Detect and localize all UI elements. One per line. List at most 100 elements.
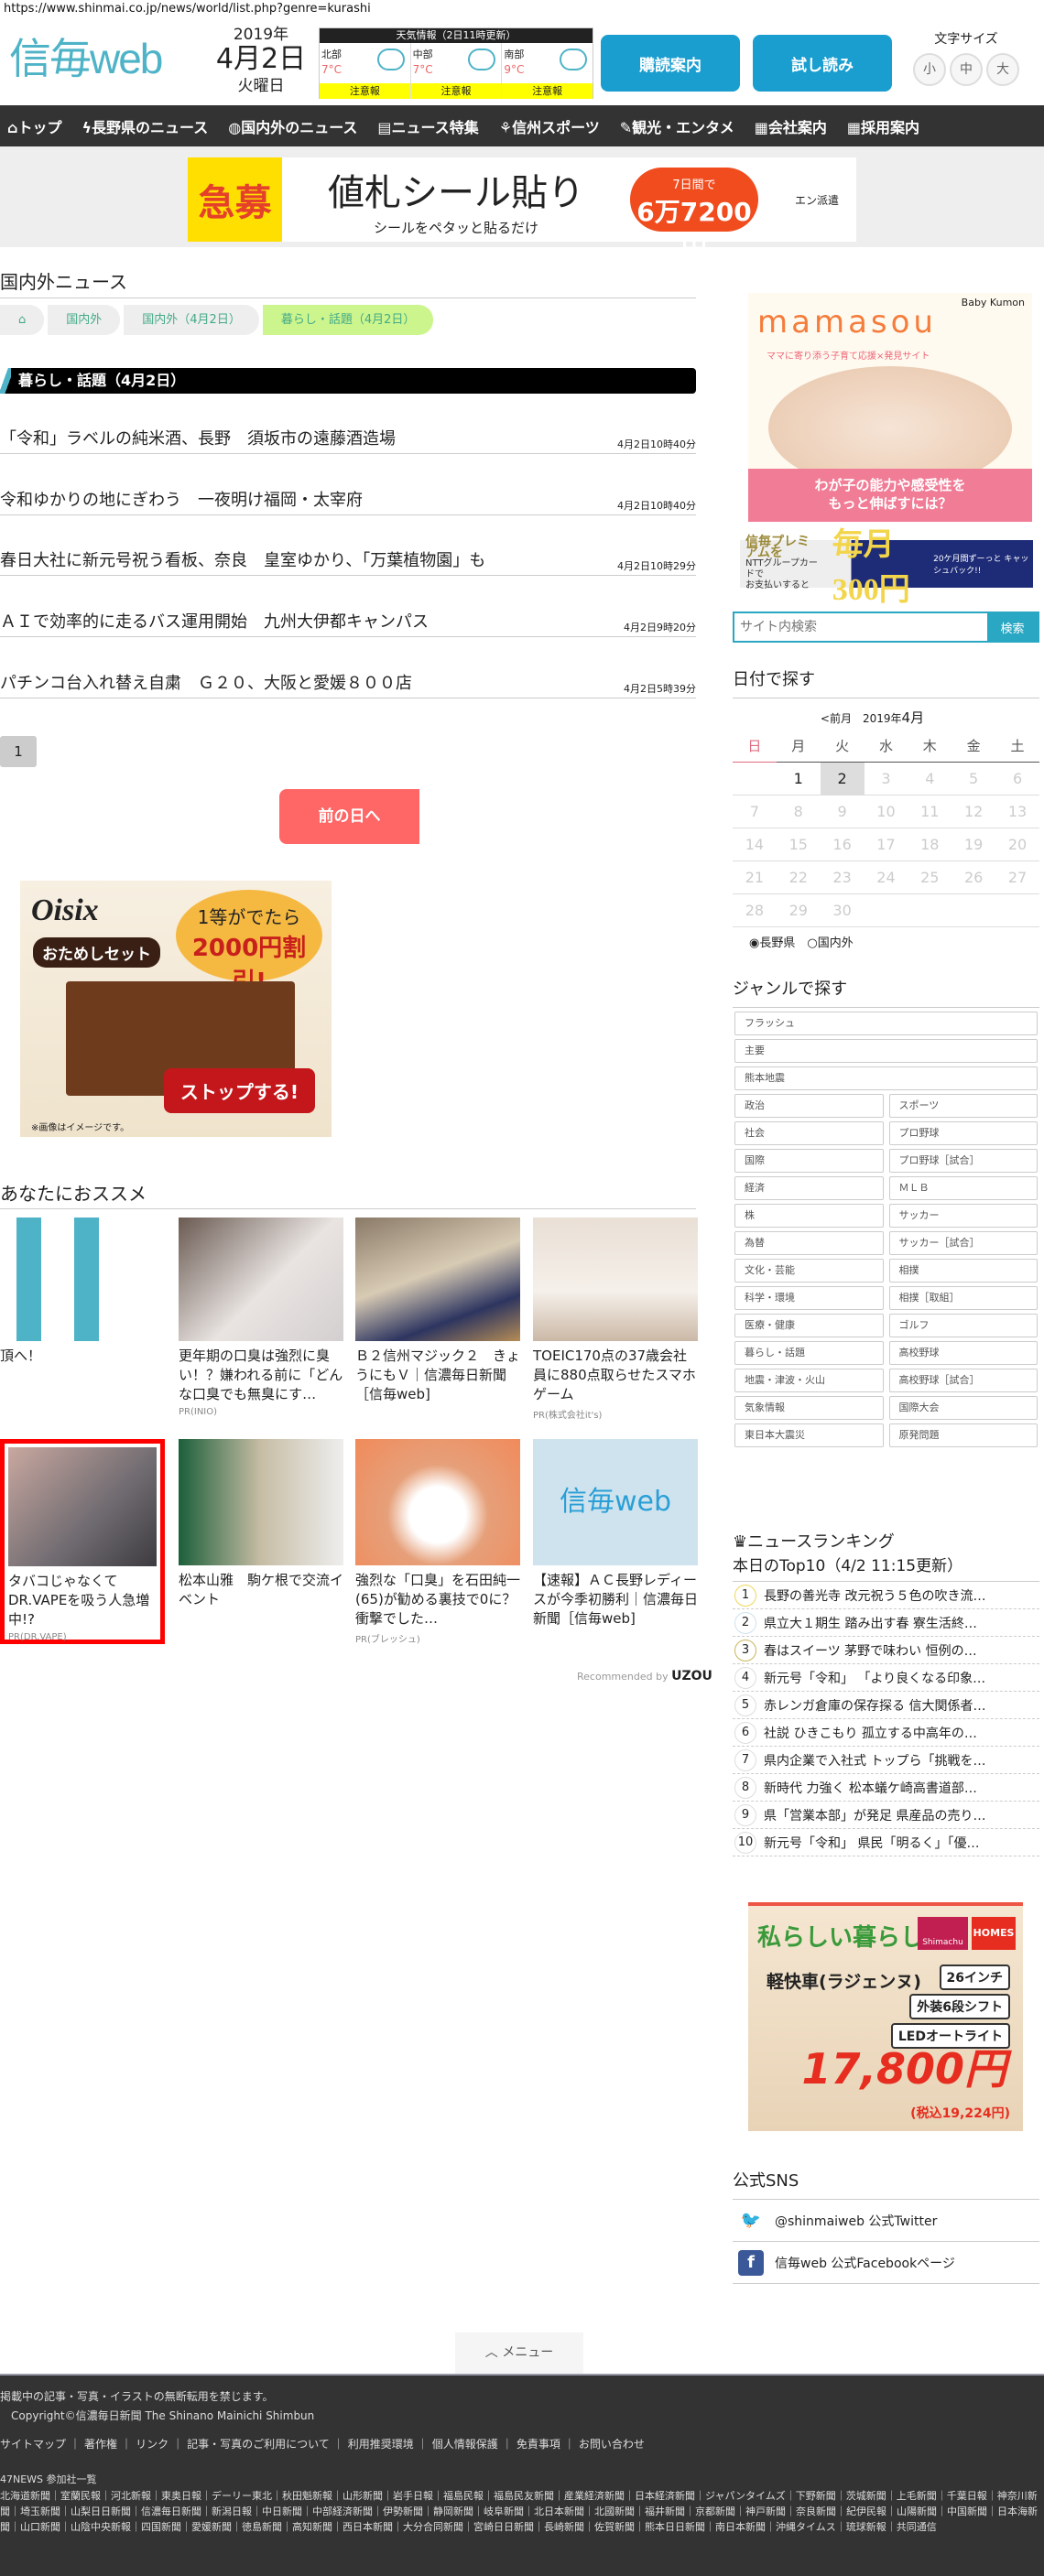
facebook-link[interactable]: f 信毎web 公式Facebookページ [733,2242,1039,2284]
genre-item[interactable]: 政治 [734,1094,884,1118]
ranking-item[interactable]: 7 県内企業で入社式 トップら「挑戦を… [733,1747,1039,1774]
site-logo[interactable]: 信毎web [9,33,203,84]
nav-world-news[interactable]: ◍国内外のニュース [228,115,357,137]
news-title[interactable]: 令和ゆかりの地にぎわう 一夜明け福岡・太宰府 [0,487,363,511]
genre-item[interactable]: 科学・環境 [734,1286,884,1310]
weather-widget[interactable]: 天気情報（2日11時更新） 北部 7°C 注意報 中部 7°C 注意報 南部 9°C 注意報 [319,27,593,99]
genre-item[interactable]: 高校野球 [888,1341,1038,1365]
recommend-card[interactable]: 強烈な「口臭」を石田純一(65)が勧める裏技で0に？衝撃でした… PR(ブレッシュ… [355,1439,520,1645]
ranking-item[interactable]: 9 県「営業本部」が発足 県産品の売り… [733,1802,1039,1829]
weather-north[interactable]: 北部 7°C 注意報 [320,43,411,99]
recommend-card[interactable]: TOEIC170点の37歳会社員に880点取らせたスマホゲーム PR(株式会社it… [533,1218,698,1421]
search-input[interactable] [734,613,987,641]
calendar-day[interactable]: 2 [820,762,865,796]
genre-item[interactable]: サッカー [888,1204,1038,1228]
breadcrumb-item[interactable]: 国内外（4月2日） [124,305,259,335]
footer-link[interactable]: 個人情報保護 [432,2438,498,2451]
news-item[interactable]: 春日大社に新元号祝う看板、奈良 皇室ゆかり、「万葉植物園」も 4月2日10時29分 [0,548,696,576]
radio-world[interactable]: ○国内外 [807,936,853,950]
premium-banner[interactable]: 信毎プレミアムを NTTグループカードで お支払いすると 毎月300円 20ケ月間ず… [740,528,1033,607]
footer-link[interactable]: リンク [136,2438,169,2451]
font-size-small-button[interactable]: 小 [913,53,946,86]
news-title[interactable]: 「令和」ラベルの純米酒、長野 須坂市の遠藤酒造場 [0,426,396,449]
genre-item[interactable]: 文化・芸能 [734,1259,884,1283]
ranking-item[interactable]: 4 新元号「令和」 「より良くなる印象… [733,1664,1039,1692]
top-banner-ad[interactable]: 急募 値札シール貼り シールをペタッと貼るだけ 7日間で 6万7200円 エン派遣 [188,157,856,264]
ranking-item[interactable]: 2 県立大１期生 踏み出す春 寮生活終… [733,1609,1039,1637]
ranking-item[interactable]: 6 社説 ひきこもり 孤立する中高年の… [733,1719,1039,1747]
genre-item[interactable]: 為替 [734,1231,884,1255]
genre-item[interactable]: サッカー［試合］ [888,1231,1038,1255]
mamasou-ad[interactable]: mamasou Baby Kumon ママに寄り添う子育て応援×発見サイト わが… [748,293,1032,522]
genre-item[interactable]: フラッシュ [734,1012,1038,1035]
nav-recruit[interactable]: ▦採用案内 [847,115,919,137]
footer-link[interactable]: 著作権 [84,2438,117,2451]
genre-item[interactable]: 相撲［取組］ [888,1286,1038,1310]
recommend-card[interactable]: 更年期の口臭は強烈に臭い！？嫌われる前に「どんな口臭でも無臭にす… PR(INIO… [179,1218,343,1417]
footer-link[interactable]: お問い合わせ [579,2438,645,2451]
ranking-item[interactable]: 5 赤レンガ倉庫の保存探る 信大関係者… [733,1692,1039,1719]
prev-day-button[interactable]: 前の日へ [279,789,419,844]
ad-cta-button[interactable]: ストップする! [163,1068,315,1113]
genre-item[interactable]: ＭＬＢ [888,1176,1038,1200]
nav-top[interactable]: ⌂トップ [7,115,61,137]
ranking-item[interactable]: 10 新元号「令和」 県民「明るく」「優… [733,1829,1039,1856]
weather-central[interactable]: 中部 7°C 注意報 [410,43,503,99]
menu-toggle-button[interactable]: ︿ メニュー [455,2332,583,2374]
genre-item[interactable]: 熊本地震 [734,1066,1038,1090]
breadcrumb-home[interactable]: ⌂ [0,305,45,335]
subscribe-button[interactable]: 購読案内 [601,35,740,92]
footer-link[interactable]: 利用推奨環境 [348,2438,414,2451]
genre-item[interactable]: 気象情報 [734,1396,884,1420]
news-item[interactable]: ＡＩで効率的に走るバス運用開始 九州大伊都キャンパス 4月2日9時20分 [0,610,696,637]
genre-item[interactable]: 株 [734,1204,884,1228]
weather-south[interactable]: 南部 9°C 注意報 [502,43,593,99]
genre-item[interactable]: 相撲 [888,1259,1038,1283]
genre-item[interactable]: 暮らし・話題 [734,1341,884,1365]
genre-item[interactable]: 国際大会 [888,1396,1038,1420]
genre-item[interactable]: ゴルフ [888,1314,1038,1337]
nav-company[interactable]: ▦会社案内 [755,115,827,137]
genre-item[interactable]: プロ野球［試合］ [888,1149,1038,1173]
twitter-link[interactable]: 🐦 @shinmaiweb 公式Twitter [733,2200,1039,2242]
genre-item[interactable]: 高校野球［試合］ [888,1369,1038,1392]
recommend-card[interactable]: 信毎web 【速報】ＡＣ長野レディースが今季初勝利｜信濃毎日新聞［信毎web] [533,1439,698,1629]
recommend-card[interactable]: 頂へ！ [0,1218,165,1366]
homes-ad[interactable]: 私らしい暮らし♪ Shimachu HOMES 軽快車(ラジェンヌ) 26インチ… [748,1902,1023,2131]
page-1-button[interactable]: 1 [0,736,37,767]
news-item[interactable]: 令和ゆかりの地にぎわう 一夜明け福岡・太宰府 4月2日10時40分 [0,488,696,515]
ranking-item[interactable]: 1 長野の善光寺 改元祝う５色の吹き流… [733,1582,1039,1609]
radio-nagano[interactable]: ◉長野県 [749,936,795,950]
news-title[interactable]: パチンコ台入れ替え自粛 Ｇ２０、大阪と愛媛８００店 [0,670,412,694]
nav-nagano-news[interactable]: ϟ長野県のニュース [82,115,208,137]
recommend-card[interactable]: タバコじゃなくてDR.VAPEを吸う人急増中!? PR(DR.VAPE) [0,1439,165,1644]
recommend-card[interactable]: Ｂ２信州マジック２ きょうにもＶ｜信濃毎日新聞［信毎web] [355,1218,520,1404]
ranking-item[interactable]: 3 春はスイーツ 茅野で味わい 恒例の… [733,1637,1039,1664]
recommended-by[interactable]: Recommended by UZOU [577,1669,712,1683]
calendar-day[interactable]: 1 [776,762,821,796]
nav-features[interactable]: ▤ニュース特集 [377,115,478,137]
ranking-item[interactable]: 8 新時代 力強く 松本蟻ケ崎高書道部… [733,1774,1039,1802]
genre-item[interactable]: 主要 [734,1039,1038,1063]
news-item[interactable]: パチンコ台入れ替え自粛 Ｇ２０、大阪と愛媛８００店 4月2日5時39分 [0,671,696,698]
nav-sports[interactable]: ⚘信州スポーツ [499,115,600,137]
oisix-ad[interactable]: Oisix おためしセット 1等がでたら2000円割引! ストップする! ※画像… [20,881,332,1137]
genre-item[interactable]: 原発問題 [888,1423,1038,1447]
genre-item[interactable]: 地震・津波・火山 [734,1369,884,1392]
breadcrumb-item[interactable]: 国内外 [48,305,121,335]
nav-entertainment[interactable]: ✎観光・エンタメ [620,115,734,137]
genre-item[interactable]: 社会 [734,1121,884,1145]
font-size-large-button[interactable]: 大 [986,53,1019,86]
news-item[interactable]: 「令和」ラベルの純米酒、長野 須坂市の遠藤酒造場 4月2日10時40分 [0,427,696,454]
genre-item[interactable]: プロ野球 [888,1121,1038,1145]
news-title[interactable]: 春日大社に新元号祝う看板、奈良 皇室ゆかり、「万葉植物園」も [0,547,485,571]
genre-item[interactable]: 医療・健康 [734,1314,884,1337]
recommend-card[interactable]: 松本山雅 駒ケ根で交流イベント [179,1439,343,1609]
trial-button[interactable]: 試し読み [753,35,892,92]
prev-month-link[interactable]: <前月 [821,712,852,725]
genre-item[interactable]: 東日本大震災 [734,1423,884,1447]
footer-link[interactable]: 記事・写真のご利用について [187,2438,330,2451]
genre-item[interactable]: 国際 [734,1149,884,1173]
genre-item[interactable]: 経済 [734,1176,884,1200]
search-button[interactable]: 検索 [987,613,1038,641]
